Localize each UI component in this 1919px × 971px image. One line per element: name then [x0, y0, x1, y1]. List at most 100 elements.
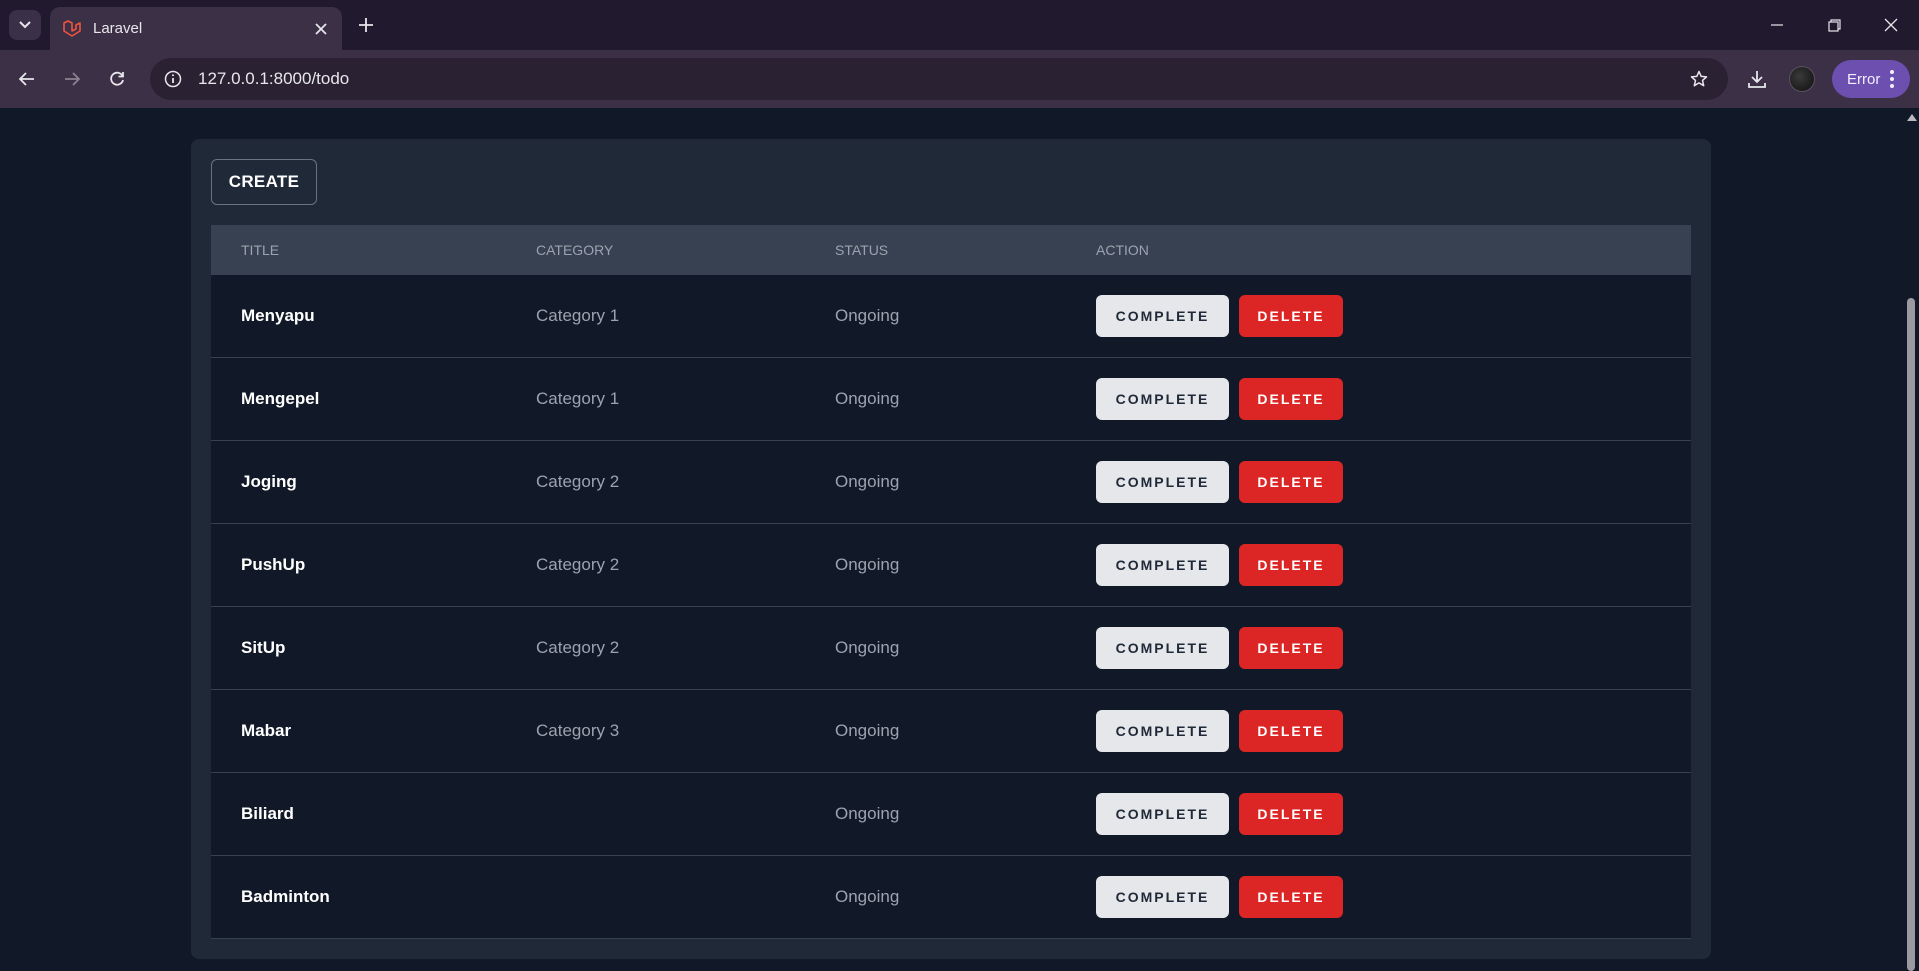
browser-tab-bar: Laravel [0, 0, 1919, 50]
row-actions: COMPLETE DELETE [1096, 544, 1343, 586]
tab-title: Laravel [93, 20, 143, 37]
column-header-action: ACTION [1096, 242, 1149, 258]
tab-search-button[interactable] [9, 10, 41, 40]
todo-status: Ongoing [835, 472, 900, 491]
delete-button[interactable]: DELETE [1239, 793, 1343, 835]
download-icon [1748, 71, 1766, 88]
delete-button[interactable]: DELETE [1239, 544, 1343, 586]
delete-button[interactable]: DELETE [1239, 876, 1343, 918]
plus-icon [359, 18, 373, 32]
vertical-scrollbar[interactable] [1903, 108, 1919, 971]
chevron-down-icon [19, 21, 31, 29]
complete-button[interactable]: COMPLETE [1096, 793, 1229, 835]
todo-category: Category 2 [536, 638, 620, 657]
table-row: Mengepel Category 1 Ongoing COMPLETE DEL… [211, 358, 1691, 441]
close-icon [315, 22, 327, 35]
create-button[interactable]: CREATE [211, 159, 317, 205]
arrow-right-icon [65, 72, 80, 86]
complete-button[interactable]: COMPLETE [1096, 461, 1229, 503]
todo-status: Ongoing [835, 306, 900, 325]
tab-close-button[interactable] [308, 16, 334, 42]
restore-button[interactable] [1805, 0, 1863, 50]
todo-category: Category 2 [536, 472, 620, 491]
laravel-logo-icon [63, 19, 81, 37]
row-actions: COMPLETE DELETE [1096, 461, 1343, 503]
minimize-button[interactable] [1748, 0, 1806, 50]
back-button[interactable] [10, 62, 44, 96]
minimize-icon [1771, 24, 1783, 26]
table-header: TITLE CATEGORY STATUS ACTION [211, 225, 1691, 275]
table-row: Mabar Category 3 Ongoing COMPLETE DELETE [211, 690, 1691, 773]
row-actions: COMPLETE DELETE [1096, 793, 1343, 835]
complete-button[interactable]: COMPLETE [1096, 876, 1229, 918]
forward-button[interactable] [55, 62, 89, 96]
address-bar[interactable]: 127.0.0.1:8000/todo [150, 58, 1728, 100]
error-label: Error [1847, 70, 1881, 88]
todo-category: Category 2 [536, 555, 620, 574]
todo-title: Biliard [241, 804, 294, 823]
todo-status: Ongoing [835, 638, 900, 657]
row-actions: COMPLETE DELETE [1096, 378, 1343, 420]
browser-tab[interactable]: Laravel [50, 7, 342, 50]
todo-table: TITLE CATEGORY STATUS ACTION Menyapu Cat… [211, 225, 1691, 939]
page-viewport: CREATE TITLE CATEGORY STATUS ACTION Meny… [0, 108, 1903, 971]
table-row: PushUp Category 2 Ongoing COMPLETE DELET… [211, 524, 1691, 607]
complete-button[interactable]: COMPLETE [1096, 627, 1229, 669]
delete-button[interactable]: DELETE [1239, 378, 1343, 420]
todo-status: Ongoing [835, 721, 900, 740]
url-text[interactable]: 127.0.0.1:8000/todo [198, 69, 1682, 89]
column-header-status: STATUS [835, 242, 889, 258]
new-tab-button[interactable] [351, 10, 381, 40]
delete-button[interactable]: DELETE [1239, 295, 1343, 337]
todo-title: Mabar [241, 721, 292, 740]
scroll-up-arrow-icon[interactable] [1907, 114, 1917, 121]
table-row: Menyapu Category 1 Ongoing COMPLETE DELE… [211, 275, 1691, 358]
complete-button[interactable]: COMPLETE [1096, 378, 1229, 420]
site-info-button[interactable] [158, 64, 188, 94]
info-icon [164, 70, 182, 88]
table-row: Joging Category 2 Ongoing COMPLETE DELET… [211, 441, 1691, 524]
row-actions: COMPLETE DELETE [1096, 710, 1343, 752]
complete-button[interactable]: COMPLETE [1096, 544, 1229, 586]
todo-category: Category 1 [536, 389, 620, 408]
browser-toolbar: 127.0.0.1:8000/todo [0, 50, 1919, 108]
complete-button[interactable]: COMPLETE [1096, 710, 1229, 752]
todo-category: Category 1 [536, 306, 620, 325]
restore-icon [1827, 18, 1841, 32]
todo-title: Mengepel [241, 389, 320, 408]
more-vert-icon [1890, 70, 1895, 88]
close-window-button[interactable] [1862, 0, 1919, 50]
todo-card: CREATE TITLE CATEGORY STATUS ACTION Meny… [191, 139, 1711, 959]
star-icon [1690, 70, 1708, 87]
table-row: Biliard Ongoing COMPLETE DELETE [211, 773, 1691, 856]
delete-button[interactable]: DELETE [1239, 627, 1343, 669]
todo-title: SitUp [241, 638, 286, 657]
reload-button[interactable] [100, 62, 134, 96]
todo-status: Ongoing [835, 887, 900, 906]
column-header-category: CATEGORY [536, 242, 614, 258]
todo-category: Category 3 [536, 721, 620, 740]
bookmark-button[interactable] [1682, 62, 1716, 96]
arrow-left-icon [19, 72, 34, 86]
todo-status: Ongoing [835, 555, 900, 574]
todo-title: Menyapu [241, 306, 315, 325]
close-icon [1884, 18, 1898, 32]
todo-title: Badminton [241, 887, 330, 906]
row-actions: COMPLETE DELETE [1096, 627, 1343, 669]
todo-status: Ongoing [835, 804, 900, 823]
downloads-button[interactable] [1740, 62, 1774, 96]
complete-button[interactable]: COMPLETE [1096, 295, 1229, 337]
row-actions: COMPLETE DELETE [1096, 876, 1343, 918]
delete-button[interactable]: DELETE [1239, 461, 1343, 503]
row-actions: COMPLETE DELETE [1096, 295, 1343, 337]
profile-avatar[interactable] [1789, 66, 1815, 92]
scroll-thumb[interactable] [1907, 298, 1915, 971]
table-row: SitUp Category 2 Ongoing COMPLETE DELETE [211, 607, 1691, 690]
profile-error-button[interactable]: Error [1832, 60, 1910, 98]
table-body: Menyapu Category 1 Ongoing COMPLETE DELE… [211, 275, 1691, 939]
todo-title: PushUp [241, 555, 306, 574]
column-header-title: TITLE [241, 242, 280, 258]
reload-icon [110, 71, 124, 86]
todo-status: Ongoing [835, 389, 900, 408]
delete-button[interactable]: DELETE [1239, 710, 1343, 752]
